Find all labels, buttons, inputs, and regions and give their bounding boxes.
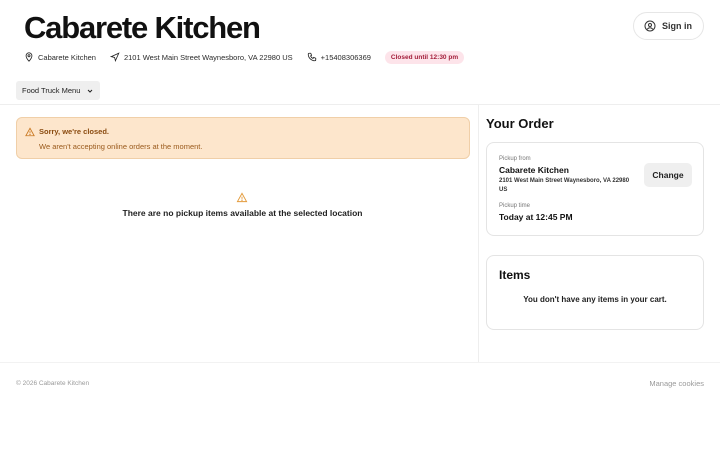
manage-cookies-link[interactable]: Manage cookies: [649, 379, 704, 388]
navigation-arrow-icon: [109, 52, 120, 62]
closed-alert: Sorry, we're closed. We aren't accepting…: [16, 117, 470, 159]
restaurant-address: 2101 West Main Street Waynesboro, VA 229…: [123, 52, 293, 62]
sign-in-button[interactable]: Sign in: [633, 12, 704, 40]
pickup-time-label: Pickup time: [499, 203, 531, 209]
menu-dropdown-label: Food Truck Menu: [22, 86, 81, 95]
column-divider: [478, 105, 479, 362]
empty-cart-message: You don't have any items in your cart.: [523, 295, 667, 304]
pickup-location-name: Cabarete Kitchen: [499, 165, 569, 175]
pickup-location-address: 2101 West Main Street Waynesboro, VA 229…: [499, 178, 630, 193]
restaurant-info-row: Cabarete Kitchen 2101 West Main Street W…: [24, 50, 465, 64]
restaurant-phone: +15408306369: [320, 52, 371, 62]
alert-title: Sorry, we're closed.: [39, 127, 110, 136]
restaurant-name: Cabarete Kitchen: [38, 52, 96, 62]
pickup-details-card: Pickup from Cabarete Kitchen 2101 West M…: [486, 142, 704, 236]
sign-in-label: Sign in: [662, 21, 692, 31]
pickup-from-label: Pickup from: [499, 156, 531, 162]
phone-icon: [307, 52, 316, 62]
header-divider: [0, 104, 720, 105]
address-item[interactable]: 2101 West Main Street Waynesboro, VA 229…: [109, 52, 293, 62]
footer-divider: [0, 362, 720, 363]
pickup-time-value: Today at 12:45 PM: [499, 212, 573, 222]
status-badge: Closed until 12:30 pm: [384, 50, 465, 64]
restaurant-name-item: Cabarete Kitchen: [24, 52, 96, 62]
menu-dropdown[interactable]: Food Truck Menu: [16, 81, 101, 100]
user-circle-icon: [644, 20, 656, 32]
chevron-down-icon: [88, 89, 93, 93]
phone-item[interactable]: +15408306369: [307, 52, 371, 62]
site-header: Cabarete Kitchen Sign in Cabarete Kitche…: [0, 0, 720, 104]
items-heading: Items: [499, 268, 531, 282]
order-heading: Your Order: [486, 116, 554, 131]
warning-icon: [25, 127, 35, 137]
cart-items-card: Items You don't have any items in your c…: [486, 255, 704, 330]
copyright-text: © 2026 Cabarete Kitchen: [16, 380, 90, 387]
warning-icon: [236, 192, 248, 203]
page-title: Cabarete Kitchen: [24, 10, 261, 45]
alert-message: We aren't accepting online orders at the…: [39, 142, 203, 151]
change-pickup-button[interactable]: Change: [644, 163, 692, 187]
map-pin-icon: [25, 52, 33, 62]
empty-state-message: There are no pickup items available at t…: [122, 208, 363, 218]
